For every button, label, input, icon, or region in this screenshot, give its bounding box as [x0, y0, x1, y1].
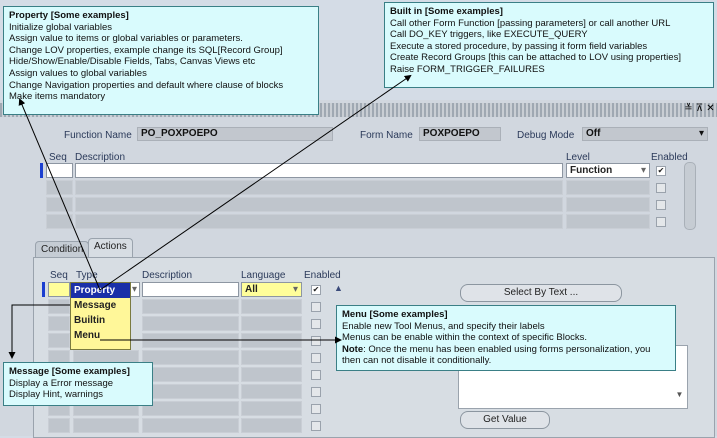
connector-lines [8, 74, 412, 359]
property-arrow [18, 98, 101, 291]
builtin-arrow [99, 74, 412, 291]
message-arrow [8, 304, 70, 359]
